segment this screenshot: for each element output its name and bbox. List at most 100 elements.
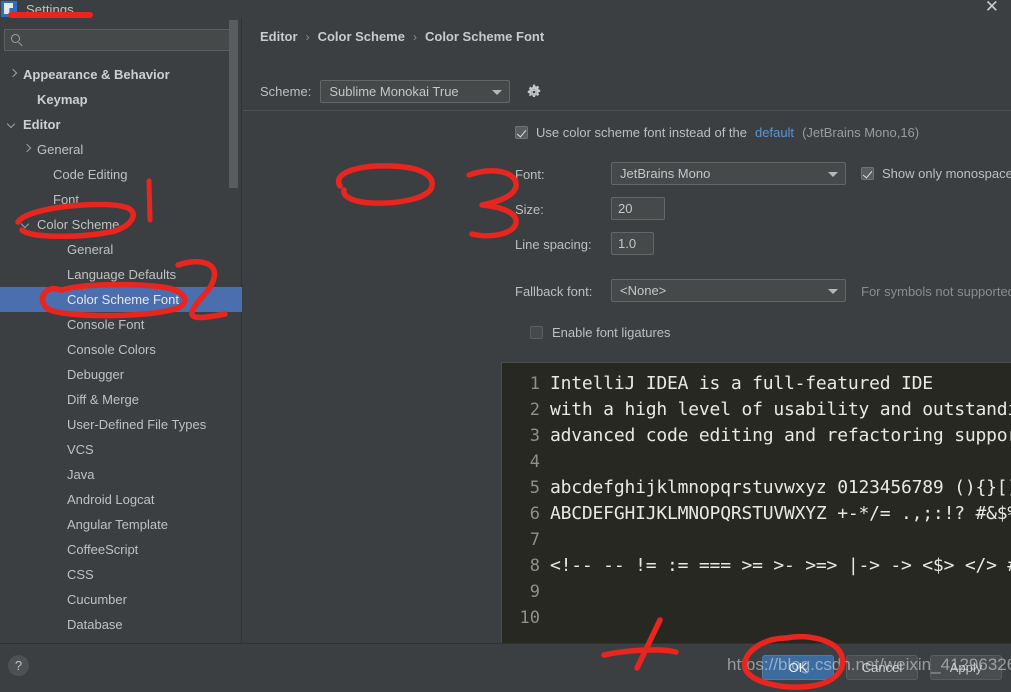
preview-line-number: 9	[529, 582, 540, 602]
sidebar-item-general[interactable]: General	[0, 237, 242, 262]
chevron-down-icon	[492, 90, 503, 95]
chevron-down-icon[interactable]	[22, 219, 33, 230]
sidebar-item-java[interactable]: Java	[0, 462, 242, 487]
chevron-right-icon[interactable]	[22, 144, 33, 155]
sidebar-item-label: Color Scheme	[37, 217, 120, 232]
preview-code-line	[550, 605, 1011, 631]
sidebar-item-cucumber[interactable]: Cucumber	[0, 587, 242, 612]
use-scheme-font-label: Use color scheme font instead of the	[536, 125, 748, 140]
scheme-dropdown[interactable]: Sublime Monokai True	[320, 80, 511, 103]
sidebar-item-database[interactable]: Database	[0, 612, 242, 637]
help-button[interactable]: ?	[8, 655, 29, 676]
sidebar-item-diff-merge[interactable]: Diff & Merge	[0, 387, 242, 412]
use-scheme-font-checkbox[interactable]	[515, 126, 528, 139]
breadcrumb-separator: ›	[305, 29, 310, 44]
chevron-down-icon[interactable]	[8, 119, 19, 130]
monospaced-label: Show only monospaced fonts	[882, 166, 1011, 181]
breadcrumb-editor[interactable]: Editor	[260, 29, 298, 44]
chevron-down-icon	[828, 172, 838, 177]
preview-line-number: 4	[529, 452, 540, 472]
search-wrapper	[4, 29, 235, 51]
settings-tree[interactable]: Appearance & Behavior Keymap Editor General…	[0, 62, 242, 643]
settings-sidebar: Appearance & Behavior Keymap Editor General…	[0, 18, 242, 643]
fallback-font-dropdown[interactable]: <None>	[611, 279, 846, 302]
sidebar-item-font[interactable]: Font	[0, 187, 242, 212]
line-spacing-input[interactable]	[611, 232, 654, 255]
preview-code-line	[550, 449, 1011, 475]
window-titlebar: Settings ✕	[0, 0, 1011, 18]
sidebar-item-label: Language Defaults	[67, 267, 177, 282]
idea-app-icon	[1, 1, 17, 17]
sidebar-item-editor[interactable]: Editor	[0, 112, 242, 137]
breadcrumb-separator: ›	[412, 29, 417, 44]
sidebar-item-vcs[interactable]: VCS	[0, 437, 242, 462]
chevron-right-icon[interactable]	[8, 69, 19, 80]
gear-icon[interactable]	[526, 84, 542, 100]
sidebar-item-keymap[interactable]: Keymap	[0, 87, 242, 112]
preview-line-number: 8	[529, 556, 540, 576]
sidebar-item-console-font[interactable]: Console Font	[0, 312, 242, 337]
preview-code-line: abcdefghijklmnopqrstuvwxyz 0123456789 ()…	[550, 477, 1011, 498]
sidebar-item-color-scheme-font[interactable]: Color Scheme Font	[0, 287, 242, 312]
scheme-dropdown-value: Sublime Monokai True	[329, 84, 459, 99]
sidebar-item-color-scheme[interactable]: Color Scheme	[0, 212, 242, 237]
sidebar-item-debugger[interactable]: Debugger	[0, 362, 242, 387]
fallback-font-hint: For symbols not supported by the main fo…	[861, 284, 1011, 299]
sidebar-item-label: User-Defined File Types	[67, 417, 207, 432]
sidebar-item-label: Console Colors	[67, 342, 156, 357]
monospaced-checkbox[interactable]	[861, 167, 874, 180]
line-spacing-label: Line spacing:	[515, 237, 592, 252]
use-scheme-font-row: Use color scheme font instead of the def…	[515, 125, 919, 140]
sidebar-item-angular-template[interactable]: Angular Template	[0, 512, 242, 537]
sidebar-item-coffeescript[interactable]: CoffeeScript	[0, 537, 242, 562]
sidebar-item-general[interactable]: General	[0, 137, 242, 162]
sidebar-item-label: Database	[67, 617, 123, 632]
section-divider	[243, 110, 1011, 111]
cancel-button[interactable]: Cancel	[846, 655, 918, 680]
breadcrumb-color-scheme[interactable]: Color Scheme	[318, 29, 405, 44]
ligatures-checkbox[interactable]	[530, 326, 543, 339]
search-input[interactable]	[27, 31, 230, 49]
apply-button[interactable]: Apply	[930, 655, 1002, 680]
sidebar-item-label: Font	[53, 192, 80, 207]
preview-line-number: 3	[529, 426, 540, 446]
sidebar-item-label: Editor	[23, 117, 61, 132]
close-icon[interactable]: ✕	[985, 0, 999, 16]
preview-code-line: ABCDEFGHIJKLMNOPQRSTUVWXYZ +-*/= .,;:!? …	[550, 503, 1011, 524]
settings-content: Editor › Color Scheme › Color Scheme Fon…	[243, 18, 1011, 645]
preview-line-number: 6	[529, 504, 540, 524]
font-dropdown[interactable]: JetBrains Mono	[611, 162, 846, 185]
sidebar-item-css[interactable]: CSS	[0, 562, 242, 587]
sidebar-item-label: Console Font	[67, 317, 145, 332]
sidebar-item-console-colors[interactable]: Console Colors	[0, 337, 242, 362]
fallback-font-value: <None>	[620, 283, 667, 298]
font-size-input[interactable]	[611, 197, 665, 220]
monospaced-row: Show only monospaced fonts	[861, 166, 1011, 181]
default-font-link[interactable]: default	[755, 125, 794, 140]
breadcrumb: Editor › Color Scheme › Color Scheme Fon…	[260, 29, 544, 44]
ok-button[interactable]: OK	[762, 655, 834, 680]
sidebar-scrollbar-thumb[interactable]	[229, 20, 238, 188]
preview-code-line	[550, 579, 1011, 605]
sidebar-item-code-editing[interactable]: Code Editing	[0, 162, 242, 187]
sidebar-item-label: Diff & Merge	[67, 392, 140, 407]
sidebar-item-label: Cucumber	[67, 592, 127, 607]
sidebar-item-appearance-behavior[interactable]: Appearance & Behavior	[0, 62, 242, 87]
sidebar-item-user-defined-file-types[interactable]: User-Defined File Types	[0, 412, 242, 437]
sidebar-item-language-defaults[interactable]: Language Defaults	[0, 262, 242, 287]
font-preview-editor[interactable]: 1 2 3 4 5 6 7 8 9 10 IntelliJ IDEA is a full-feat…	[501, 362, 1011, 645]
search-box[interactable]	[4, 29, 235, 51]
sidebar-item-android-logcat[interactable]: Android Logcat	[0, 487, 242, 512]
font-label: Font:	[515, 167, 545, 182]
